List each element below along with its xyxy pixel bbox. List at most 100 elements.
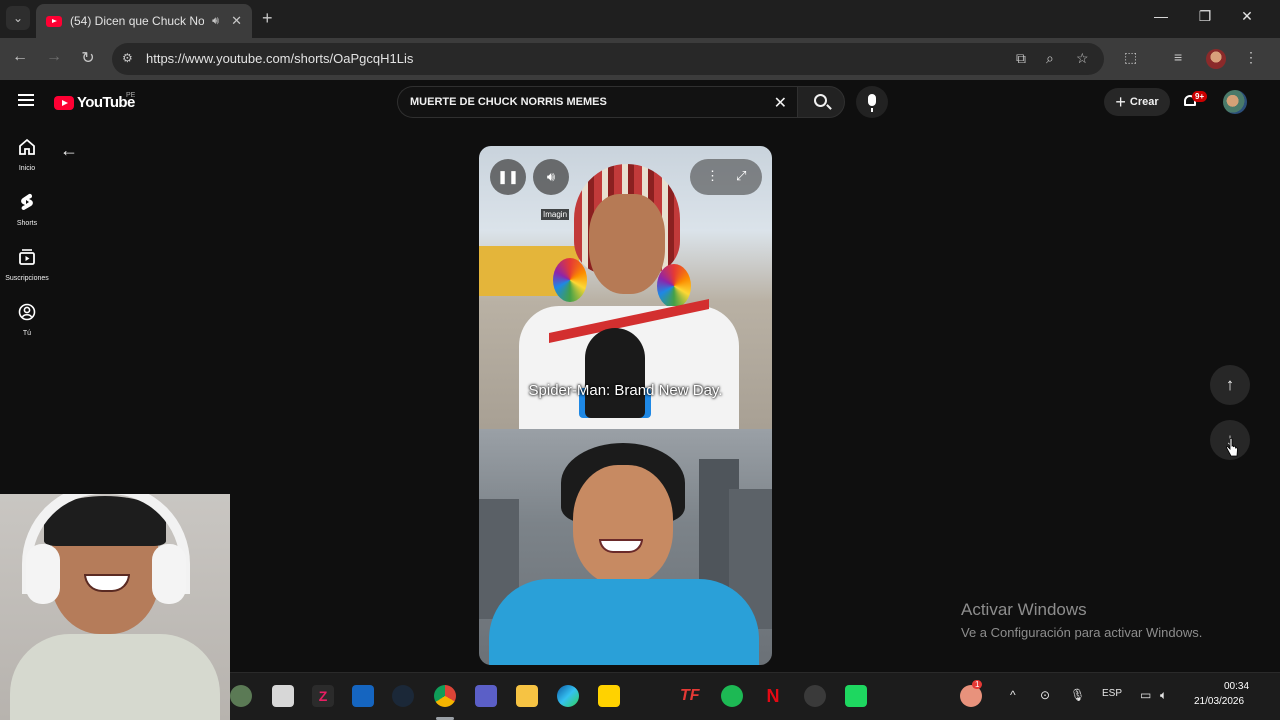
- install-app-icon[interactable]: ⧉: [1016, 50, 1026, 67]
- language-indicator[interactable]: ESP: [1102, 688, 1122, 699]
- you-icon: [18, 303, 36, 321]
- volume-tray-icon[interactable]: 🔈︎: [1160, 688, 1167, 703]
- account-avatar[interactable]: [1223, 90, 1247, 114]
- pause-icon: ❚❚: [497, 169, 519, 184]
- back-button[interactable]: ←: [9, 48, 31, 66]
- browser-tab-strip: ⌄ (54) Dicen que Chuck Norris 🔊︎ ✕ + — ❐…: [0, 0, 1280, 38]
- previous-short-button[interactable]: ↑: [1210, 365, 1250, 405]
- bookmark-star-icon[interactable]: ☆: [1076, 50, 1089, 67]
- man-face: [573, 465, 673, 585]
- player-options: ⋮ ⤢: [690, 159, 762, 195]
- shorts-icon: [21, 193, 33, 210]
- zoom-icon[interactable]: ⌕: [1046, 50, 1054, 67]
- hand-cursor-icon: [1226, 438, 1238, 457]
- youtube-favicon-icon: [46, 15, 62, 27]
- taskbar-app-netflix-icon[interactable]: N: [762, 685, 784, 707]
- new-tab-button[interactable]: +: [262, 8, 273, 29]
- close-window-button[interactable]: ✕: [1232, 8, 1262, 25]
- taskbar-app-weather-icon[interactable]: [230, 685, 252, 707]
- headphone-cup-right: [152, 544, 186, 604]
- sidebar-item-label: Tú: [22, 330, 32, 337]
- volume-icon: 🔊︎: [546, 169, 556, 184]
- minimize-button[interactable]: —: [1146, 8, 1176, 24]
- taskbar-app-edge-icon[interactable]: [557, 685, 579, 707]
- browser-toolbar: ← → ↻ ⚙ https://www.youtube.com/shorts/O…: [0, 38, 1280, 80]
- taskbar-app-teams-icon[interactable]: [475, 685, 497, 707]
- restore-button[interactable]: ❐: [1190, 8, 1220, 25]
- sidebar-item-label: Inicio: [18, 165, 36, 172]
- volume-button[interactable]: 🔊︎: [533, 159, 569, 195]
- sidebar-item-you[interactable]: Tú: [0, 303, 54, 337]
- taskbar-app-z-icon[interactable]: Z: [312, 685, 334, 707]
- taskbar-app-discord-icon[interactable]: [845, 685, 867, 707]
- sidebar-item-label: Shorts: [16, 220, 38, 227]
- taskbar-app-chrome-icon[interactable]: [434, 685, 456, 707]
- sidebar-item-subscriptions[interactable]: Suscripciones: [0, 248, 54, 282]
- country-code: PE: [126, 92, 136, 99]
- create-button[interactable]: + Crear: [1104, 88, 1170, 116]
- taskbar-app-store-icon[interactable]: [352, 685, 374, 707]
- overlay-label: Imagin: [541, 209, 570, 220]
- back-arrow-icon[interactable]: ←: [60, 140, 78, 161]
- tab-search-button[interactable]: ⌄: [6, 6, 30, 30]
- subscriptions-icon: [19, 249, 35, 265]
- search-query[interactable]: MUERTE DE CHUCK NORRIS MEMES: [410, 96, 607, 108]
- clock-time[interactable]: 00:34: [1224, 681, 1249, 692]
- more-options-icon[interactable]: ⋮: [706, 168, 719, 184]
- taskbar-app-spotify-icon[interactable]: [721, 685, 743, 707]
- address-bar[interactable]: ⚙ https://www.youtube.com/shorts/OaPgcqH…: [112, 43, 1104, 75]
- browser-tab[interactable]: (54) Dicen que Chuck Norris 🔊︎ ✕: [36, 4, 252, 38]
- sidebar-item-home[interactable]: Inicio: [0, 138, 54, 172]
- reload-button[interactable]: ↻: [77, 48, 99, 68]
- windows-taskbar: Z TF N ^ ⊙ 🎙︎ ESP ▭ 🔈︎: [230, 672, 1280, 720]
- taskbar-app-files-icon[interactable]: [272, 685, 294, 707]
- extensions-icon[interactable]: ⬚: [1124, 49, 1137, 66]
- chevron-down-icon: ⌄: [12, 11, 24, 25]
- tab-title: (54) Dicen que Chuck Norris: [70, 14, 205, 28]
- man-shirt: [489, 579, 759, 665]
- taskbar-app-steam-icon[interactable]: [392, 685, 414, 707]
- sidebar-item-shorts[interactable]: Shorts: [0, 193, 54, 227]
- shorts-player[interactable]: Imagin Spider-Man: Brand New Day. ❚❚ 🔊︎ …: [479, 146, 772, 665]
- youtube-header: YouTube PE MUERTE DE CHUCK NORRIS MEMES …: [0, 80, 1280, 124]
- search-icon: [814, 94, 827, 107]
- menu-icon[interactable]: [18, 94, 34, 106]
- tab-close-button[interactable]: ✕: [231, 13, 242, 29]
- notification-badge: 9+: [1192, 91, 1208, 102]
- tassel-left: [553, 258, 587, 302]
- activation-subtitle: Ve a Configuración para activar Windows.: [961, 625, 1203, 640]
- clock-date[interactable]: 21/03/2026: [1194, 696, 1244, 707]
- plus-icon: +: [1115, 92, 1126, 112]
- speaker-icon[interactable]: 🔊︎: [212, 15, 219, 28]
- search-button[interactable]: [797, 86, 845, 118]
- taskbar-app-explorer-icon[interactable]: [516, 685, 538, 707]
- voice-search-button[interactable]: [856, 86, 888, 118]
- microphone-icon: [868, 94, 876, 112]
- media-controls-icon[interactable]: ≡: [1174, 49, 1182, 65]
- activation-title: Activar Windows: [961, 600, 1087, 619]
- streamer-shirt: [10, 634, 220, 720]
- youtube-logo[interactable]: YouTube: [54, 94, 135, 111]
- search-input[interactable]: MUERTE DE CHUCK NORRIS MEMES ✕: [397, 86, 797, 118]
- tassel-right: [657, 264, 691, 308]
- url-text[interactable]: https://www.youtube.com/shorts/OaPgcqH1L…: [146, 51, 413, 66]
- fullscreen-icon[interactable]: ⤢: [736, 168, 746, 184]
- profile-avatar[interactable]: [1206, 49, 1226, 69]
- microphone-tray-icon[interactable]: 🎙︎: [1070, 688, 1085, 702]
- microphone: [585, 328, 645, 418]
- taskbar-app-tf-icon[interactable]: TF: [680, 685, 702, 707]
- home-icon: [19, 138, 35, 155]
- site-info-icon[interactable]: ⚙: [122, 51, 133, 65]
- network-icon[interactable]: ▭: [1140, 688, 1151, 702]
- video-caption: Spider-Man: Brand New Day.: [528, 382, 723, 399]
- video-bottom-frame: [479, 429, 772, 665]
- forward-button[interactable]: →: [43, 48, 65, 66]
- clear-search-icon[interactable]: ✕: [774, 93, 787, 113]
- show-hidden-icons-icon[interactable]: ^: [1010, 688, 1016, 702]
- sync-status-icon[interactable]: ⊙: [1040, 688, 1050, 702]
- taskbar-app-sticky-notes-icon[interactable]: [598, 685, 620, 707]
- sidebar-item-label: Suscripciones: [5, 275, 49, 282]
- taskbar-app-obs-icon[interactable]: [804, 685, 826, 707]
- browser-menu-icon[interactable]: ⋮: [1244, 49, 1258, 66]
- pause-button[interactable]: ❚❚: [490, 159, 526, 195]
